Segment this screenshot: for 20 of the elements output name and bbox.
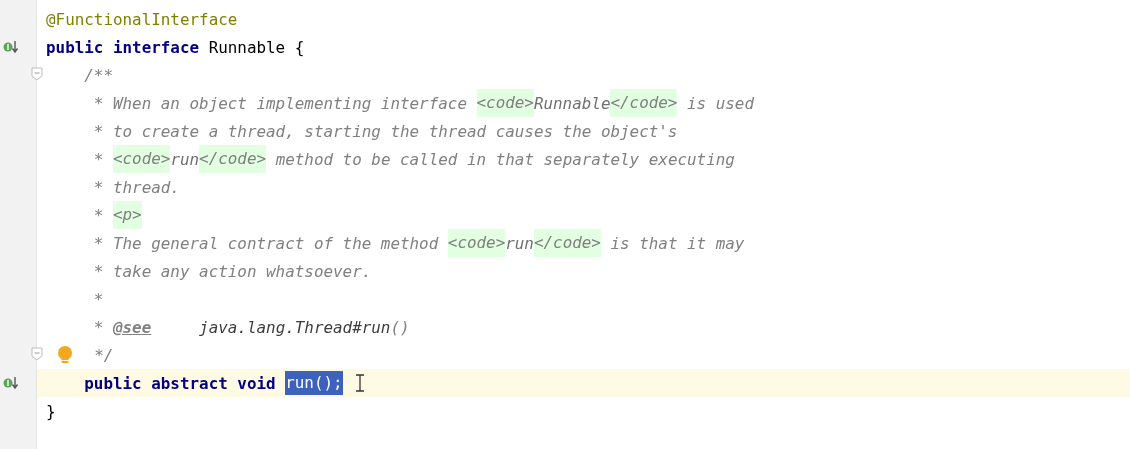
code-line: * — [92, 288, 104, 310]
code-line: public interface Runnable { — [46, 36, 305, 58]
code-line: /** — [83, 64, 113, 86]
code-line: * <p> — [46, 204, 142, 226]
code-line: * The general contract of the method <code>run</code> is that it may — [46, 232, 745, 254]
code-line: * <code>run</code> method to be called in that separately executing — [46, 148, 735, 170]
implemented-icon[interactable] — [3, 376, 19, 390]
lightbulb-icon[interactable] — [57, 345, 73, 365]
fold-icon[interactable] — [31, 347, 43, 361]
code-line: * When an object implementing interface <code>Runnable</code> is used — [46, 92, 754, 114]
code-line: } — [46, 400, 56, 422]
code-line: * thread. — [92, 176, 180, 198]
code-line: * to create a thread, starting the thread causes the object's — [92, 120, 678, 142]
code-line: public abstract void run(); — [83, 372, 343, 394]
fold-icon[interactable] — [31, 67, 43, 81]
code-line: * take any action whatsoever. — [92, 260, 372, 282]
code-line: @FunctionalInterface — [46, 8, 238, 30]
code-line: */ — [93, 344, 114, 366]
implemented-icon[interactable] — [3, 40, 19, 54]
code-line: * @see java.lang.Thread#run() — [92, 316, 410, 338]
